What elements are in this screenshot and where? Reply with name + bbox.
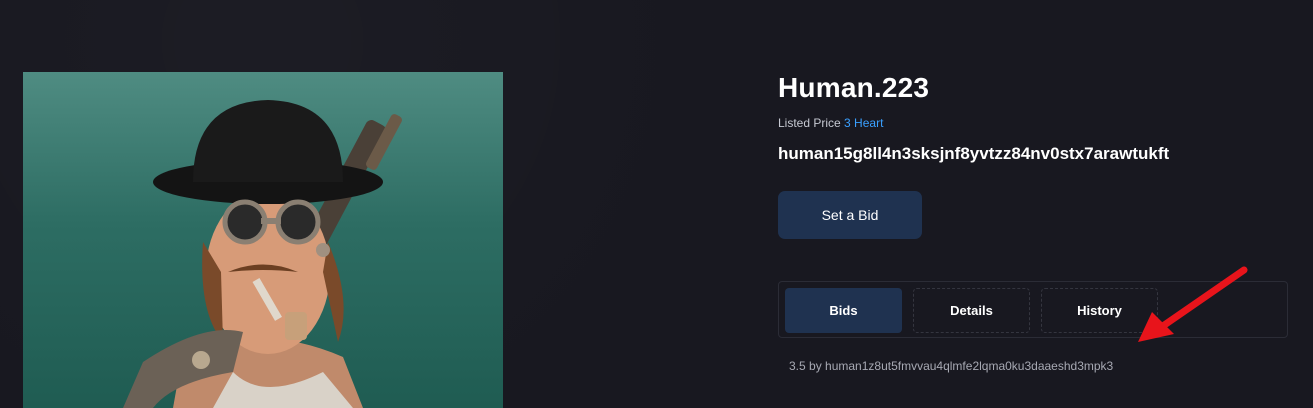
listed-price-value: 3 Heart bbox=[844, 116, 884, 130]
tab-bids[interactable]: Bids bbox=[785, 288, 902, 333]
red-arrow-icon bbox=[1138, 266, 1248, 342]
listed-price-label: Listed Price bbox=[778, 116, 841, 130]
bid-entry: 3.5 by human1z8ut5fmvvau4qlmfe2lqma0ku3d… bbox=[789, 359, 1114, 373]
nft-detail-page: Human.223 Listed Price 3 Heart human15g8… bbox=[0, 0, 1313, 408]
tab-details[interactable]: Details bbox=[913, 288, 1030, 333]
nft-title: Human.223 bbox=[778, 72, 930, 103]
listed-price: Listed Price 3 Heart bbox=[778, 116, 1290, 130]
set-bid-button[interactable]: Set a Bid bbox=[778, 191, 922, 239]
nft-info-panel: Human.223 Listed Price 3 Heart human15g8… bbox=[778, 72, 1290, 373]
nft-artwork bbox=[23, 72, 503, 408]
owner-address: human15g8ll4n3sksjnf8yvtzz84nv0stx7arawt… bbox=[778, 144, 1170, 163]
